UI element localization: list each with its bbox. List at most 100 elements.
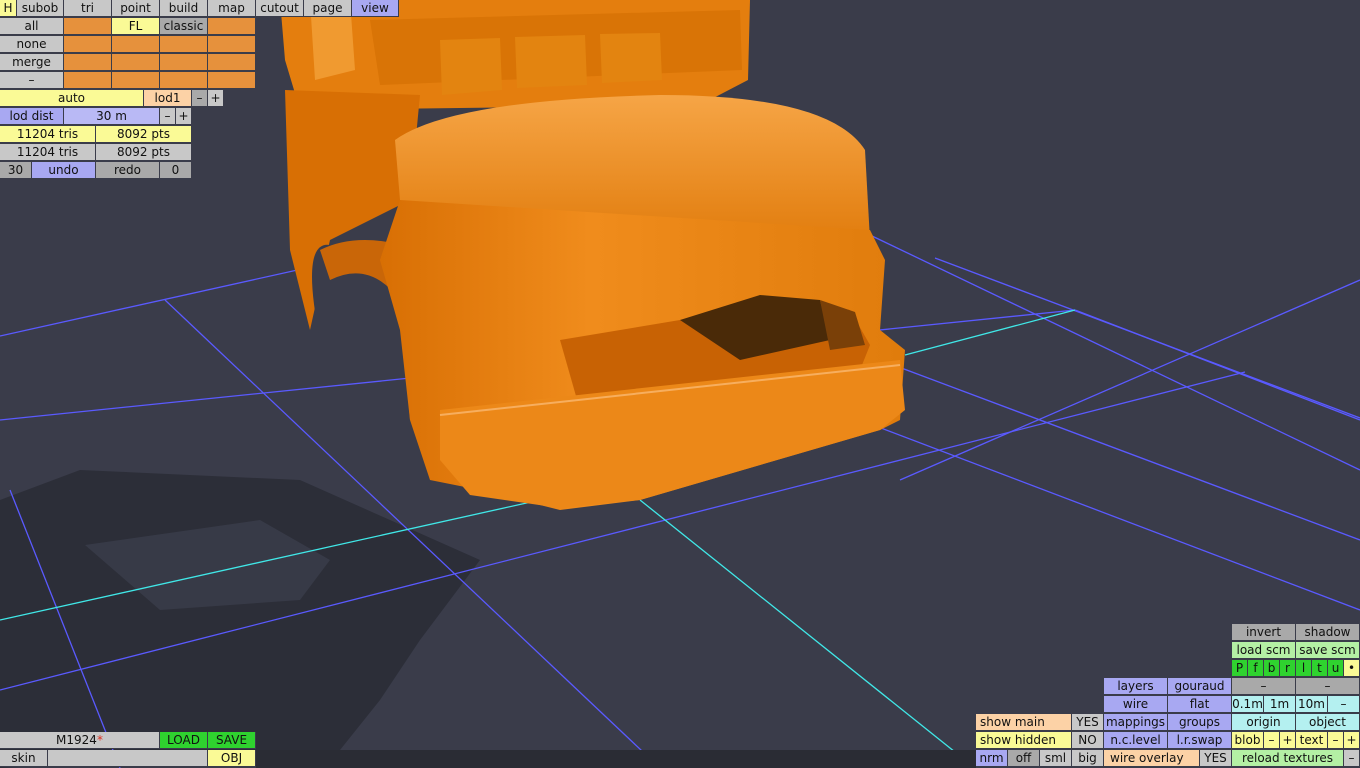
normals-small-button[interactable]: sml (1040, 750, 1072, 767)
view-dot-button[interactable]: • (1344, 660, 1360, 677)
select-all-button[interactable]: all (0, 18, 64, 35)
mappings-button[interactable]: mappings (1104, 714, 1168, 731)
subob-slot[interactable] (208, 18, 256, 35)
load-button[interactable]: LOAD (160, 732, 208, 749)
shadow-button[interactable]: shadow (1296, 624, 1360, 641)
show-main-label[interactable]: show main (976, 714, 1072, 731)
grid-0.1m-button[interactable]: 0.1m (1232, 696, 1264, 713)
select-none-button[interactable]: none (0, 36, 64, 53)
tris-count-total: 11204 tris (0, 144, 96, 161)
undo-button[interactable]: undo (32, 162, 96, 179)
reload-textures-button[interactable]: reload textures (1232, 750, 1344, 767)
view-right-button[interactable]: r (1280, 660, 1296, 677)
subob-slot[interactable] (160, 36, 208, 53)
blob-button[interactable]: blob (1232, 732, 1264, 749)
invert-button[interactable]: invert (1232, 624, 1296, 641)
origin-button[interactable]: origin (1232, 714, 1296, 731)
dash-button[interactable]: – (0, 72, 64, 89)
status-bar (256, 750, 976, 768)
subob-slot[interactable] (112, 36, 160, 53)
view-back-button[interactable]: b (1264, 660, 1280, 677)
layers-button[interactable]: layers (1104, 678, 1168, 695)
grid-1m-button[interactable]: 1m (1264, 696, 1296, 713)
normals-off-button[interactable]: off (1008, 750, 1040, 767)
subob-slot[interactable] (64, 36, 112, 53)
subob-slot[interactable] (160, 72, 208, 89)
text-minus-button[interactable]: – (1328, 732, 1344, 749)
menu-build[interactable]: build (160, 0, 208, 17)
dash-button[interactable]: – (1296, 678, 1360, 695)
subob-slot[interactable] (208, 36, 256, 53)
lod-minus-button[interactable]: – (192, 90, 208, 107)
normals-button[interactable]: nrm (976, 750, 1008, 767)
skin-field[interactable] (48, 750, 208, 767)
lod-dist-plus[interactable]: + (176, 108, 192, 125)
show-main-toggle[interactable]: YES (1072, 714, 1104, 731)
view-perspective-button[interactable]: P (1232, 660, 1248, 677)
subob-slot[interactable] (112, 54, 160, 71)
obj-button[interactable]: OBJ (208, 750, 256, 767)
merge-button[interactable]: merge (0, 54, 64, 71)
tris-count: 11204 tris (0, 126, 96, 143)
save-button[interactable]: SAVE (208, 732, 256, 749)
fl-button[interactable]: FL (112, 18, 160, 35)
subob-slot[interactable] (64, 18, 112, 35)
menu-page[interactable]: page (304, 0, 352, 17)
redo-count: 0 (160, 162, 192, 179)
menu-map[interactable]: map (208, 0, 256, 17)
text-plus-button[interactable]: + (1344, 732, 1360, 749)
view-top-button[interactable]: t (1312, 660, 1328, 677)
subob-slot[interactable] (208, 54, 256, 71)
menu-h[interactable]: H (0, 0, 17, 17)
wire-button[interactable]: wire (1104, 696, 1168, 713)
lr-swap-button[interactable]: l.r.swap (1168, 732, 1232, 749)
subob-slot[interactable] (64, 72, 112, 89)
groups-button[interactable]: groups (1168, 714, 1232, 731)
blob-plus-button[interactable]: + (1280, 732, 1296, 749)
show-hidden-toggle[interactable]: NO (1072, 732, 1104, 749)
modified-indicator: * (96, 733, 103, 747)
view-front-button[interactable]: f (1248, 660, 1264, 677)
subob-slot[interactable] (208, 72, 256, 89)
blob-minus-button[interactable]: – (1264, 732, 1280, 749)
menu-cutout[interactable]: cutout (256, 0, 304, 17)
menu-tri[interactable]: tri (64, 0, 112, 17)
menu-point[interactable]: point (112, 0, 160, 17)
subob-slot[interactable] (112, 72, 160, 89)
nc-level-button[interactable]: n.c.level (1104, 732, 1168, 749)
dash-button[interactable]: – (1232, 678, 1296, 695)
save-scm-button[interactable]: save scm (1296, 642, 1360, 659)
file-name[interactable]: M1924* (0, 732, 160, 749)
redo-button[interactable]: redo (96, 162, 160, 179)
menu-view[interactable]: view (352, 0, 399, 17)
skin-button[interactable]: skin (0, 750, 48, 767)
lod-auto-button[interactable]: auto (0, 90, 144, 107)
3d-viewport[interactable] (0, 0, 1360, 768)
object-button[interactable]: object (1296, 714, 1360, 731)
load-scm-button[interactable]: load scm (1232, 642, 1296, 659)
flat-button[interactable]: flat (1168, 696, 1232, 713)
pts-count: 8092 pts (96, 126, 192, 143)
lod-plus-button[interactable]: + (208, 90, 224, 107)
undo-count: 30 (0, 162, 32, 179)
view-left-button[interactable]: l (1296, 660, 1312, 677)
show-hidden-label[interactable]: show hidden (976, 732, 1072, 749)
lod-dist-label: lod dist (0, 108, 64, 125)
pts-count-total: 8092 pts (96, 144, 192, 161)
lod-dist-value[interactable]: 30 m (64, 108, 160, 125)
wire-overlay-label[interactable]: wire overlay (1104, 750, 1200, 767)
gouraud-button[interactable]: gouraud (1168, 678, 1232, 695)
lod-selector[interactable]: lod1 (144, 90, 192, 107)
text-button[interactable]: text (1296, 732, 1328, 749)
lod-dist-minus[interactable]: – (160, 108, 176, 125)
menu-subob[interactable]: subob (17, 0, 64, 17)
grid-10m-button[interactable]: 10m (1296, 696, 1328, 713)
view-under-button[interactable]: u (1328, 660, 1344, 677)
reload-dash-button[interactable]: – (1344, 750, 1360, 767)
subob-slot[interactable] (160, 54, 208, 71)
grid-dash-button[interactable]: – (1328, 696, 1360, 713)
subob-slot[interactable] (64, 54, 112, 71)
normals-big-button[interactable]: big (1072, 750, 1104, 767)
wire-overlay-toggle[interactable]: YES (1200, 750, 1232, 767)
classic-button[interactable]: classic (160, 18, 208, 35)
